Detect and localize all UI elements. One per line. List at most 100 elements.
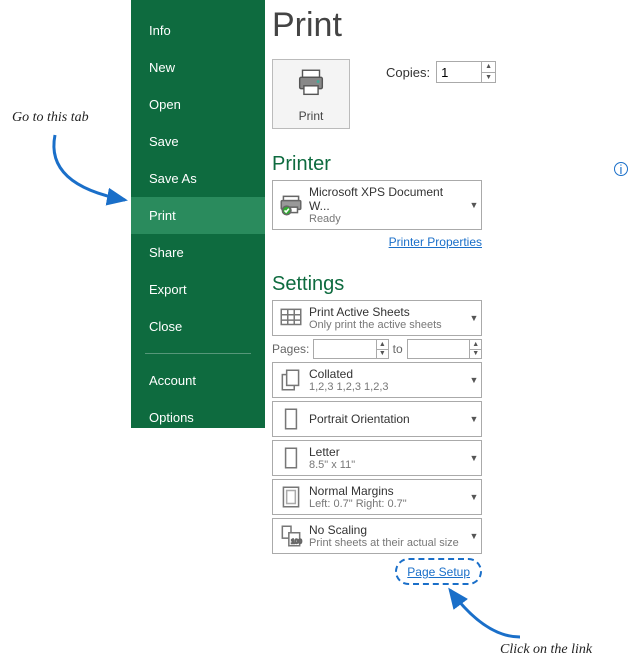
- margins-dropdown[interactable]: Normal Margins Left: 0.7" Right: 0.7" ▼: [272, 479, 482, 515]
- spinner-down-icon[interactable]: ▼: [470, 350, 481, 359]
- sidebar-item-label: Info: [149, 23, 171, 38]
- sidebar-item-label: Options: [149, 410, 194, 425]
- annotation-click: Click on the link: [500, 642, 592, 658]
- settings-section-title: Settings: [272, 273, 632, 296]
- sidebar-item-new[interactable]: New: [131, 49, 265, 86]
- sidebar-item-label: Open: [149, 97, 181, 112]
- page-setup-link[interactable]: Page Setup: [407, 565, 470, 579]
- sidebar-item-label: Export: [149, 282, 187, 297]
- printer-icon: [294, 66, 328, 103]
- collation-dropdown[interactable]: Collated 1,2,3 1,2,3 1,2,3 ▼: [272, 362, 482, 398]
- dropdown-line1: Portrait Orientation: [309, 412, 467, 426]
- pages-to-spinner[interactable]: ▲▼: [407, 339, 482, 359]
- chevron-down-icon: ▼: [467, 519, 481, 553]
- spinner-down-icon[interactable]: ▼: [482, 73, 495, 83]
- chevron-down-icon: ▼: [467, 363, 481, 397]
- pages-row: Pages: ▲▼ to ▲▼: [272, 339, 482, 359]
- print-row: Print Copies: ▲ ▼: [272, 59, 632, 129]
- pages-to-input[interactable]: [408, 340, 470, 358]
- sidebar-item-open[interactable]: Open: [131, 86, 265, 123]
- page-title: Print: [272, 6, 632, 45]
- copies-spinner[interactable]: ▲ ▼: [436, 61, 496, 83]
- annotation-arrow-click: [430, 582, 530, 642]
- sidebar-item-options[interactable]: Options: [131, 399, 265, 436]
- printer-section-title: Printer: [272, 153, 632, 176]
- page-setup-container: Page Setup: [272, 558, 482, 585]
- spinner-up-icon[interactable]: ▲: [377, 340, 388, 350]
- sidebar-item-label: Share: [149, 245, 184, 260]
- page-setup-highlight: Page Setup: [395, 558, 482, 585]
- dropdown-text: Normal Margins Left: 0.7" Right: 0.7": [309, 480, 467, 514]
- copies-label: Copies:: [386, 65, 430, 80]
- dropdown-line2: 1,2,3 1,2,3 1,2,3: [309, 381, 467, 393]
- dropdown-line2: 8.5" x 11": [309, 459, 467, 471]
- dropdown-line1: Normal Margins: [309, 484, 467, 498]
- print-button-label: Print: [299, 109, 324, 123]
- sidebar-item-close[interactable]: Close: [131, 308, 265, 345]
- sidebar-item-label: Account: [149, 373, 196, 388]
- printer-dropdown[interactable]: Microsoft XPS Document W... Ready ▼: [272, 180, 482, 230]
- sidebar-item-label: Close: [149, 319, 182, 334]
- sidebar-item-saveas[interactable]: Save As: [131, 160, 265, 197]
- sidebar-item-save[interactable]: Save: [131, 123, 265, 160]
- dropdown-text: Collated 1,2,3 1,2,3 1,2,3: [309, 363, 467, 397]
- pages-from-input[interactable]: [314, 340, 376, 358]
- print-panel: Print Print Copies: ▲ ▼ Printer i: [272, 0, 632, 585]
- printer-status: Ready: [309, 213, 467, 225]
- margins-icon: [273, 480, 309, 514]
- scaling-dropdown[interactable]: 100 No Scaling Print sheets at their act…: [272, 518, 482, 554]
- pages-from-spinner[interactable]: ▲▼: [313, 339, 388, 359]
- chevron-down-icon: ▼: [467, 441, 481, 475]
- dropdown-line2: Left: 0.7" Right: 0.7": [309, 498, 467, 510]
- annotation-goto: Go to this tab: [12, 110, 89, 126]
- dropdown-text: Portrait Orientation: [309, 402, 467, 436]
- paper-size-dropdown[interactable]: Letter 8.5" x 11" ▼: [272, 440, 482, 476]
- print-button[interactable]: Print: [272, 59, 350, 129]
- sidebar-item-info[interactable]: Info: [131, 12, 265, 49]
- dropdown-line2: Print sheets at their actual size: [309, 537, 467, 549]
- printer-dropdown-text: Microsoft XPS Document W... Ready: [309, 181, 467, 229]
- printer-ready-icon: [273, 181, 309, 229]
- copies-input[interactable]: [437, 62, 481, 82]
- annotation-arrow-goto: [40, 130, 140, 220]
- spinner-down-icon[interactable]: ▼: [377, 350, 388, 359]
- portrait-icon: [273, 402, 309, 436]
- printer-name: Microsoft XPS Document W...: [309, 185, 467, 213]
- dropdown-text: No Scaling Print sheets at their actual …: [309, 519, 467, 553]
- dropdown-line2: Only print the active sheets: [309, 319, 467, 331]
- sidebar-divider: [145, 353, 251, 354]
- file-menu-sidebar: Info New Open Save Save As Print Share E…: [131, 0, 265, 428]
- to-label: to: [393, 342, 403, 356]
- spinner-up-icon[interactable]: ▲: [470, 340, 481, 350]
- sidebar-item-label: New: [149, 60, 175, 75]
- sidebar-item-label: Print: [149, 208, 176, 223]
- chevron-down-icon: ▼: [467, 301, 481, 335]
- spinner-up-icon[interactable]: ▲: [482, 62, 495, 73]
- printer-properties-link[interactable]: Printer Properties: [389, 235, 482, 249]
- sidebar-item-label: Save: [149, 134, 179, 149]
- chevron-down-icon: ▼: [467, 402, 481, 436]
- dropdown-line1: Letter: [309, 445, 467, 459]
- sidebar-item-share[interactable]: Share: [131, 234, 265, 271]
- copies-row: Copies: ▲ ▼: [386, 61, 496, 83]
- info-icon[interactable]: i: [614, 162, 628, 176]
- sheets-icon: [273, 301, 309, 335]
- dropdown-line1: Collated: [309, 367, 467, 381]
- pages-label: Pages:: [272, 342, 309, 356]
- chevron-down-icon: ▼: [467, 181, 481, 229]
- collated-icon: [273, 363, 309, 397]
- what-to-print-dropdown[interactable]: Print Active Sheets Only print the activ…: [272, 300, 482, 336]
- sidebar-item-print[interactable]: Print: [131, 197, 265, 234]
- page-icon: [273, 441, 309, 475]
- sidebar-item-export[interactable]: Export: [131, 271, 265, 308]
- dropdown-line1: No Scaling: [309, 523, 467, 537]
- svg-text:100: 100: [291, 539, 302, 546]
- dropdown-text: Print Active Sheets Only print the activ…: [309, 301, 467, 335]
- chevron-down-icon: ▼: [467, 480, 481, 514]
- dropdown-line1: Print Active Sheets: [309, 305, 467, 319]
- scaling-icon: 100: [273, 519, 309, 553]
- sidebar-item-account[interactable]: Account: [131, 362, 265, 399]
- dropdown-text: Letter 8.5" x 11": [309, 441, 467, 475]
- orientation-dropdown[interactable]: Portrait Orientation ▼: [272, 401, 482, 437]
- spinner-arrows: ▲ ▼: [481, 62, 495, 82]
